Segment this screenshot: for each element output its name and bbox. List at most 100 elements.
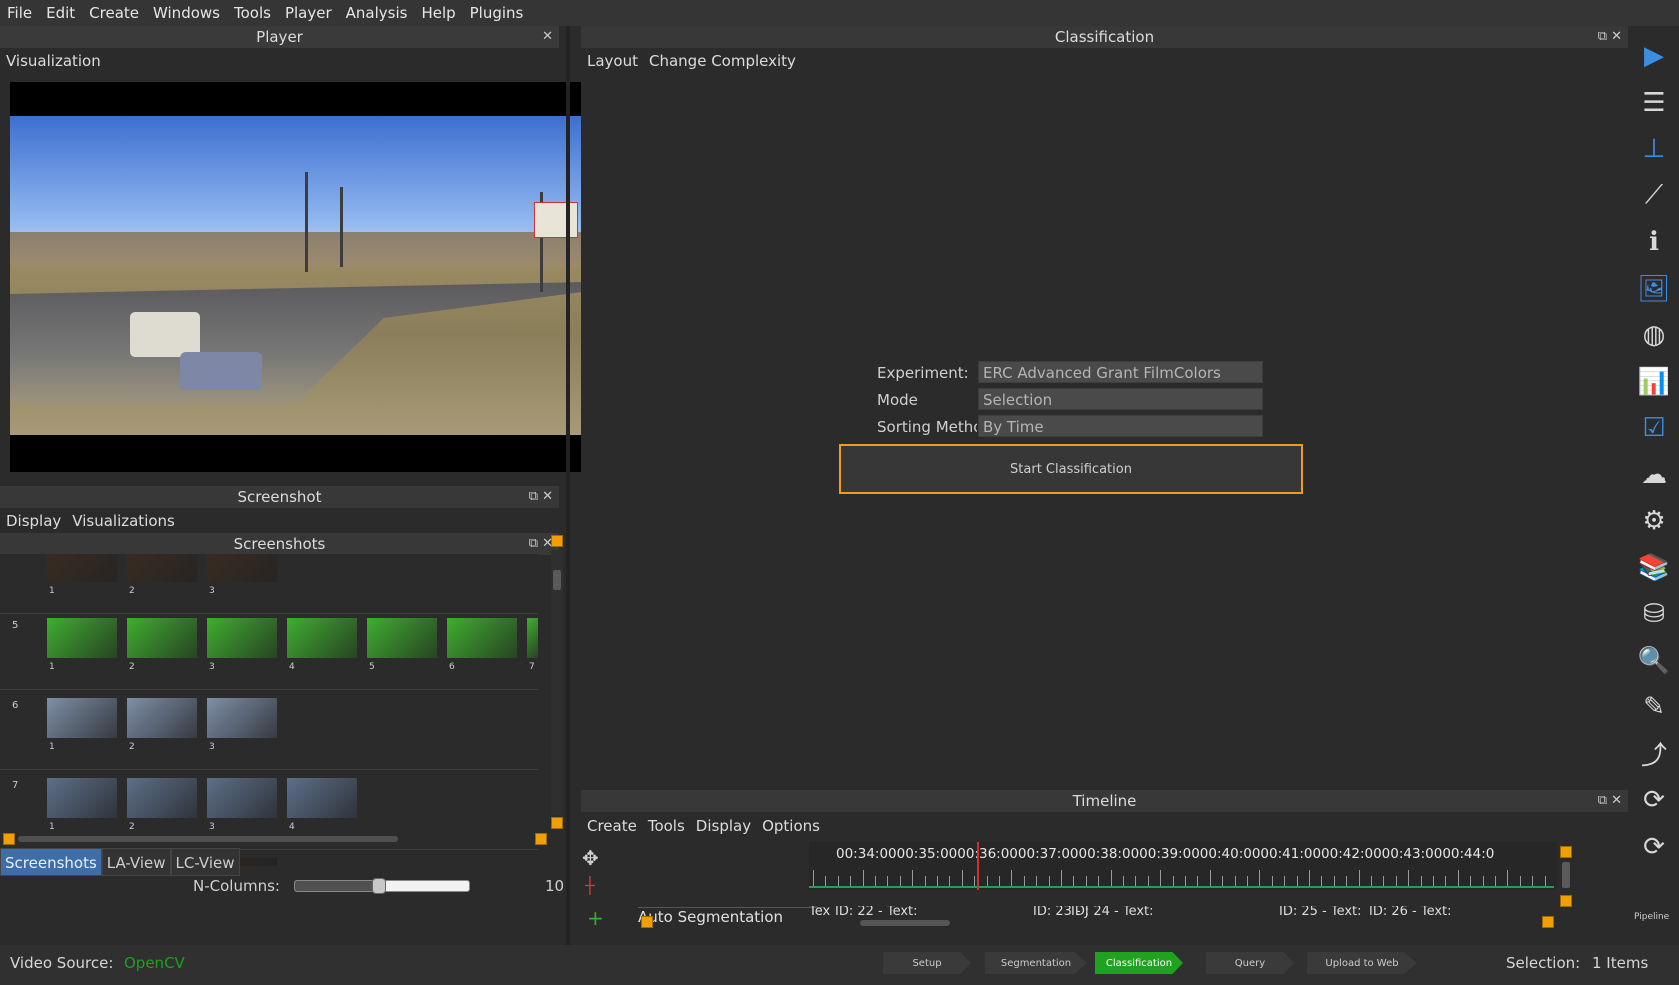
float-icon[interactable]: ⧉ <box>529 489 538 504</box>
player-icon[interactable]: ▶ <box>1636 38 1672 74</box>
screenshot-thumbnail[interactable] <box>207 778 277 818</box>
timeline-scroll-button[interactable] <box>1560 846 1572 858</box>
annotation-icon[interactable]: ⟋ <box>1636 178 1672 214</box>
menu-display[interactable]: Display <box>690 817 756 835</box>
menu-change-complexity[interactable]: Change Complexity <box>643 52 801 70</box>
screenshot-thumbnail[interactable] <box>447 618 517 658</box>
add-icon[interactable]: + <box>587 906 604 930</box>
menu-visualizations[interactable]: Visualizations <box>66 512 180 530</box>
menu-windows[interactable]: Windows <box>146 0 227 26</box>
library-icon[interactable]: 📚 <box>1636 550 1672 586</box>
color-space-icon[interactable]: ◍ <box>1636 317 1672 353</box>
float-icon[interactable]: ⧉ <box>1598 793 1607 808</box>
timeline-hscroll-left[interactable] <box>641 916 653 928</box>
timeline-hscroll-right[interactable] <box>1542 916 1554 928</box>
menu-help[interactable]: Help <box>414 0 462 26</box>
screenshot-thumbnail[interactable] <box>127 698 197 738</box>
screenshot-thumbnail[interactable] <box>47 618 117 658</box>
menu-options[interactable]: Options <box>756 817 825 835</box>
info-icon[interactable]: ℹ <box>1636 224 1672 260</box>
menu-create[interactable]: Create <box>82 0 146 26</box>
video-frame[interactable] <box>10 82 585 472</box>
menu-layout[interactable]: Layout <box>581 52 643 70</box>
screenshot-thumbnail[interactable] <box>127 554 197 582</box>
timeline-segment-label[interactable]: ID: 24 - Text: <box>1071 906 1154 919</box>
screenshot-thumbnail[interactable] <box>287 778 357 818</box>
tab-screenshots[interactable]: Screenshots <box>0 848 102 876</box>
pipeline-step-classification[interactable]: Classification <box>1095 952 1183 974</box>
edit-icon[interactable]: ✎ <box>1636 689 1672 725</box>
mode-field[interactable]: Selection <box>978 388 1263 410</box>
close-icon[interactable]: ✕ <box>1611 29 1622 44</box>
timeline-ruler[interactable]: 00:34:0000:35:0000:36:0000:37:0000:38:00… <box>809 842 1557 890</box>
scroll-up-button[interactable] <box>551 535 563 547</box>
image-icon[interactable]: 🖼 <box>1636 271 1672 307</box>
screenshot-thumbnail[interactable] <box>127 778 197 818</box>
search-icon[interactable]: 🔍 <box>1636 643 1672 679</box>
scroll-left-button[interactable] <box>3 833 15 845</box>
scrollbar-thumb[interactable] <box>553 570 561 590</box>
screenshot-thumbnail[interactable] <box>47 778 117 818</box>
screenshot-thumbnail[interactable] <box>367 618 437 658</box>
chart-icon[interactable]: 📊 <box>1636 364 1672 400</box>
horizontal-scrollbar[interactable] <box>18 836 398 842</box>
scroll-right-button[interactable] <box>535 833 547 845</box>
close-icon[interactable]: ✕ <box>542 29 553 44</box>
upload-icon[interactable]: ☁ <box>1636 457 1672 493</box>
export-icon[interactable]: ⤴ <box>1636 736 1672 772</box>
screenshot-thumbnail[interactable] <box>527 618 538 658</box>
classification-icon[interactable]: ☑ <box>1636 410 1672 446</box>
screenshot-thumbnail[interactable] <box>47 698 117 738</box>
pipeline-step-query[interactable]: Query <box>1206 952 1294 974</box>
refresh-icon[interactable]: ⟳ <box>1636 782 1672 818</box>
split-icon[interactable]: ┼ <box>585 876 595 895</box>
database-icon[interactable]: ⛁ <box>1636 596 1672 632</box>
pipeline-step-segmentation[interactable]: Segmentation <box>985 952 1087 974</box>
n-columns-slider-handle[interactable] <box>371 878 386 894</box>
sorting-method-field[interactable]: By Time <box>978 415 1263 437</box>
screenshot-thumbnail[interactable] <box>47 554 117 582</box>
close-icon[interactable]: ✕ <box>1611 793 1622 808</box>
float-icon[interactable]: ⧉ <box>529 536 538 551</box>
menu-analysis[interactable]: Analysis <box>339 0 415 26</box>
timeline-segment-label[interactable]: ID: 22 - Text: <box>835 906 918 919</box>
list-icon[interactable]: ☰ <box>1636 85 1672 121</box>
menu-create[interactable]: Create <box>581 817 642 835</box>
timeline-segment-label[interactable]: ID: 25 - Text: <box>1279 906 1362 919</box>
menu-tools[interactable]: Tools <box>227 0 278 26</box>
settings-icon[interactable]: ⚙ <box>1636 503 1672 539</box>
menu-visualization[interactable]: Visualization <box>0 52 106 70</box>
timeline-playhead[interactable] <box>977 842 979 890</box>
menu-edit[interactable]: Edit <box>39 0 82 26</box>
tab-lc-view[interactable]: LC-View <box>170 848 240 876</box>
tab-la-view[interactable]: LA-View <box>101 848 171 876</box>
menu-player[interactable]: Player <box>278 0 339 26</box>
screenshots-grid[interactable]: 123512345676123712349 <box>0 554 538 866</box>
menu-file[interactable]: File <box>0 0 39 26</box>
screenshot-thumbnail[interactable] <box>207 554 277 582</box>
timeline-segment-label[interactable]: Tex <box>809 906 830 919</box>
timeline-hscroll[interactable] <box>860 920 950 926</box>
screenshot-thumbnail[interactable] <box>207 698 277 738</box>
pipeline-icon[interactable]: ⟳ <box>1636 829 1672 865</box>
n-columns-slider[interactable] <box>294 878 470 894</box>
screenshot-thumbnail[interactable] <box>287 618 357 658</box>
segmentation-icon[interactable]: ⊥ <box>1636 131 1672 167</box>
screenshot-thumbnail[interactable] <box>207 618 277 658</box>
pipeline-step-setup[interactable]: Setup <box>883 952 971 974</box>
screenshot-thumbnail[interactable] <box>127 618 197 658</box>
float-icon[interactable]: ⧉ <box>1598 29 1607 44</box>
close-icon[interactable]: ✕ <box>542 489 553 504</box>
menu-display[interactable]: Display <box>0 512 66 530</box>
pipeline-step-upload-to-web[interactable]: Upload to Web <box>1307 952 1417 974</box>
experiment-field[interactable]: ERC Advanced Grant FilmColors <box>978 361 1263 383</box>
scroll-down-button[interactable] <box>551 817 563 829</box>
timeline-segment-label[interactable]: ID: 26 - Text: <box>1369 906 1452 919</box>
menu-plugins[interactable]: Plugins <box>463 0 531 26</box>
timeline-scroll-button[interactable] <box>1560 895 1572 907</box>
dock-splitter[interactable] <box>566 26 570 945</box>
start-classification-button[interactable]: Start Classification <box>839 444 1303 494</box>
move-icon[interactable]: ✥ <box>582 846 599 870</box>
timeline-vscroll[interactable] <box>1562 862 1570 888</box>
menu-tools[interactable]: Tools <box>642 817 690 835</box>
